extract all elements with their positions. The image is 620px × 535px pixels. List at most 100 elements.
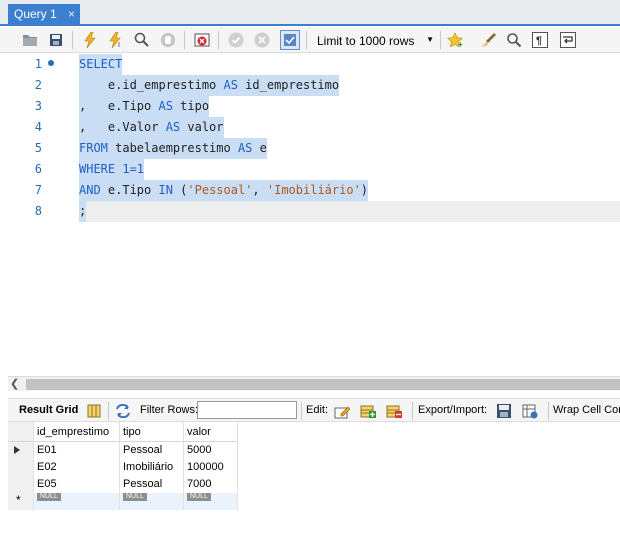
edit-label: Edit:: [306, 404, 329, 416]
grid-layout-icon[interactable]: [85, 402, 103, 419]
rollback-icon[interactable]: [252, 30, 272, 50]
row-header-corner: [8, 422, 34, 441]
grid-cell[interactable]: 7000: [184, 476, 238, 493]
current-row-arrow-icon: [14, 446, 20, 454]
word-wrap-icon[interactable]: [558, 30, 578, 50]
column-header-id-emprestimo[interactable]: id_emprestimo: [34, 422, 120, 441]
line-number: 4: [34, 120, 42, 134]
column-header-valor[interactable]: valor: [184, 422, 238, 441]
keyword: AS: [165, 120, 181, 134]
line-number: 6: [34, 162, 42, 176]
grid-cell[interactable]: NULL: [34, 493, 120, 510]
limit-rows-select[interactable]: Limit to 1000 rows ▼: [312, 32, 438, 50]
table-row[interactable]: E02 Imobiliário 100000: [8, 459, 238, 476]
line-number: 5: [34, 141, 42, 155]
svg-text:¶: ¶: [536, 35, 542, 47]
delete-row-icon[interactable]: [385, 402, 403, 419]
mysql-workbench-query-editor: Query 1 × I Limit to 1000 rows ▼ + ¶ 1 S…: [0, 0, 620, 535]
export-import-label: Export/Import:: [418, 404, 488, 416]
code-segment: ;: [79, 204, 87, 218]
filter-rows-input[interactable]: [197, 401, 297, 419]
editor-line: 5 FROM tabelaemprestimo AS e: [8, 138, 620, 159]
number-literal: 1=1: [115, 162, 145, 176]
toggle-error-icon[interactable]: [192, 30, 212, 50]
line-number: 1: [34, 57, 42, 71]
editor-line: 6 WHERE 1=1: [8, 159, 620, 180]
autocommit-toggle-icon[interactable]: [280, 30, 300, 50]
code-text: SELECT: [79, 54, 123, 75]
grid-cell[interactable]: Pessoal: [120, 442, 184, 459]
keyword: SELECT: [79, 57, 123, 71]
code-segment: id_emprestimo: [237, 78, 340, 92]
horizontal-scrollbar[interactable]: ❮: [8, 376, 620, 391]
grid-cell[interactable]: 100000: [184, 459, 238, 476]
grid-cell[interactable]: E01: [34, 442, 120, 459]
beautify-brush-icon[interactable]: [478, 30, 498, 50]
column-header-tipo[interactable]: tipo: [120, 422, 184, 441]
editor-line: 8 ;: [8, 201, 620, 222]
add-snippet-star-icon[interactable]: +: [446, 30, 466, 50]
grid-cell[interactable]: E05: [34, 476, 120, 493]
grid-cell[interactable]: Imobiliário: [120, 459, 184, 476]
code-text: e.id_emprestimo AS id_emprestimo: [79, 75, 340, 96]
code-text: ;: [79, 201, 87, 222]
editor-line: 3 , e.Tipo AS tipo: [8, 96, 620, 117]
insert-row-icon[interactable]: [359, 402, 377, 419]
find-icon[interactable]: [504, 30, 524, 50]
code-segment: (: [172, 183, 188, 197]
sql-toolbar: I Limit to 1000 rows ▼ + ¶: [0, 27, 620, 53]
new-row[interactable]: * NULL NULL NULL: [8, 493, 238, 510]
editor-line: 1 SELECT: [8, 54, 620, 75]
execute-icon[interactable]: [80, 30, 100, 50]
invisible-chars-icon[interactable]: ¶: [530, 30, 550, 50]
sql-editor[interactable]: 1 SELECT 2 e.id_emprestimo AS id_emprest…: [8, 54, 620, 376]
open-folder-icon[interactable]: [20, 30, 40, 50]
keyword: AS: [237, 141, 253, 155]
stop-icon[interactable]: [158, 30, 178, 50]
save-icon[interactable]: [46, 30, 66, 50]
scroll-left-icon[interactable]: ❮: [10, 377, 19, 390]
refresh-icon[interactable]: [114, 402, 132, 419]
close-icon[interactable]: ×: [68, 7, 75, 21]
row-selector[interactable]: [8, 459, 34, 476]
line-number: 7: [34, 183, 42, 197]
execute-current-icon[interactable]: I: [106, 30, 126, 50]
explain-icon[interactable]: [132, 30, 152, 50]
code-text: FROM tabelaemprestimo AS e: [79, 138, 267, 159]
grid-cell[interactable]: E02: [34, 459, 120, 476]
row-selector[interactable]: *: [8, 493, 34, 510]
scrollbar-thumb[interactable]: [26, 379, 620, 390]
line-number: 3: [34, 99, 42, 113]
editor-line: 4 , e.Valor AS valor: [8, 117, 620, 138]
table-row[interactable]: E01 Pessoal 5000: [8, 442, 238, 459]
null-badge: NULL: [187, 493, 211, 501]
svg-text:+: +: [458, 40, 463, 48]
string-literal: 'Pessoal': [187, 183, 253, 197]
row-selector[interactable]: [8, 442, 34, 459]
row-selector[interactable]: [8, 476, 34, 493]
result-grid: id_emprestimo tipo valor E01 Pessoal 500…: [8, 422, 238, 510]
code-segment: , e.Valor: [79, 120, 166, 134]
export-icon[interactable]: [495, 402, 513, 419]
keyword: IN: [158, 183, 173, 197]
tab-bar: Query 1 ×: [0, 0, 620, 26]
code-segment: tabelaemprestimo: [107, 141, 238, 155]
line-number: 2: [34, 78, 42, 92]
table-row[interactable]: E05 Pessoal 7000: [8, 476, 238, 493]
wrap-cell-content-label[interactable]: Wrap Cell Content: [553, 404, 620, 416]
import-icon[interactable]: [521, 402, 539, 419]
line-number: 8: [34, 204, 42, 218]
result-grid-tab[interactable]: Result Grid: [19, 404, 78, 416]
code-segment: valor: [180, 120, 224, 134]
statement-marker-icon: [48, 60, 54, 66]
commit-icon[interactable]: [226, 30, 246, 50]
tab-query-1[interactable]: Query 1 ×: [8, 4, 80, 26]
grid-cell[interactable]: NULL: [120, 493, 184, 510]
code-text: WHERE 1=1: [79, 159, 145, 180]
edit-cell-icon[interactable]: [333, 402, 351, 419]
null-badge: NULL: [37, 493, 61, 501]
grid-cell[interactable]: NULL: [184, 493, 238, 510]
grid-cell[interactable]: 5000: [184, 442, 238, 459]
grid-cell[interactable]: Pessoal: [120, 476, 184, 493]
code-segment: e: [252, 141, 267, 155]
